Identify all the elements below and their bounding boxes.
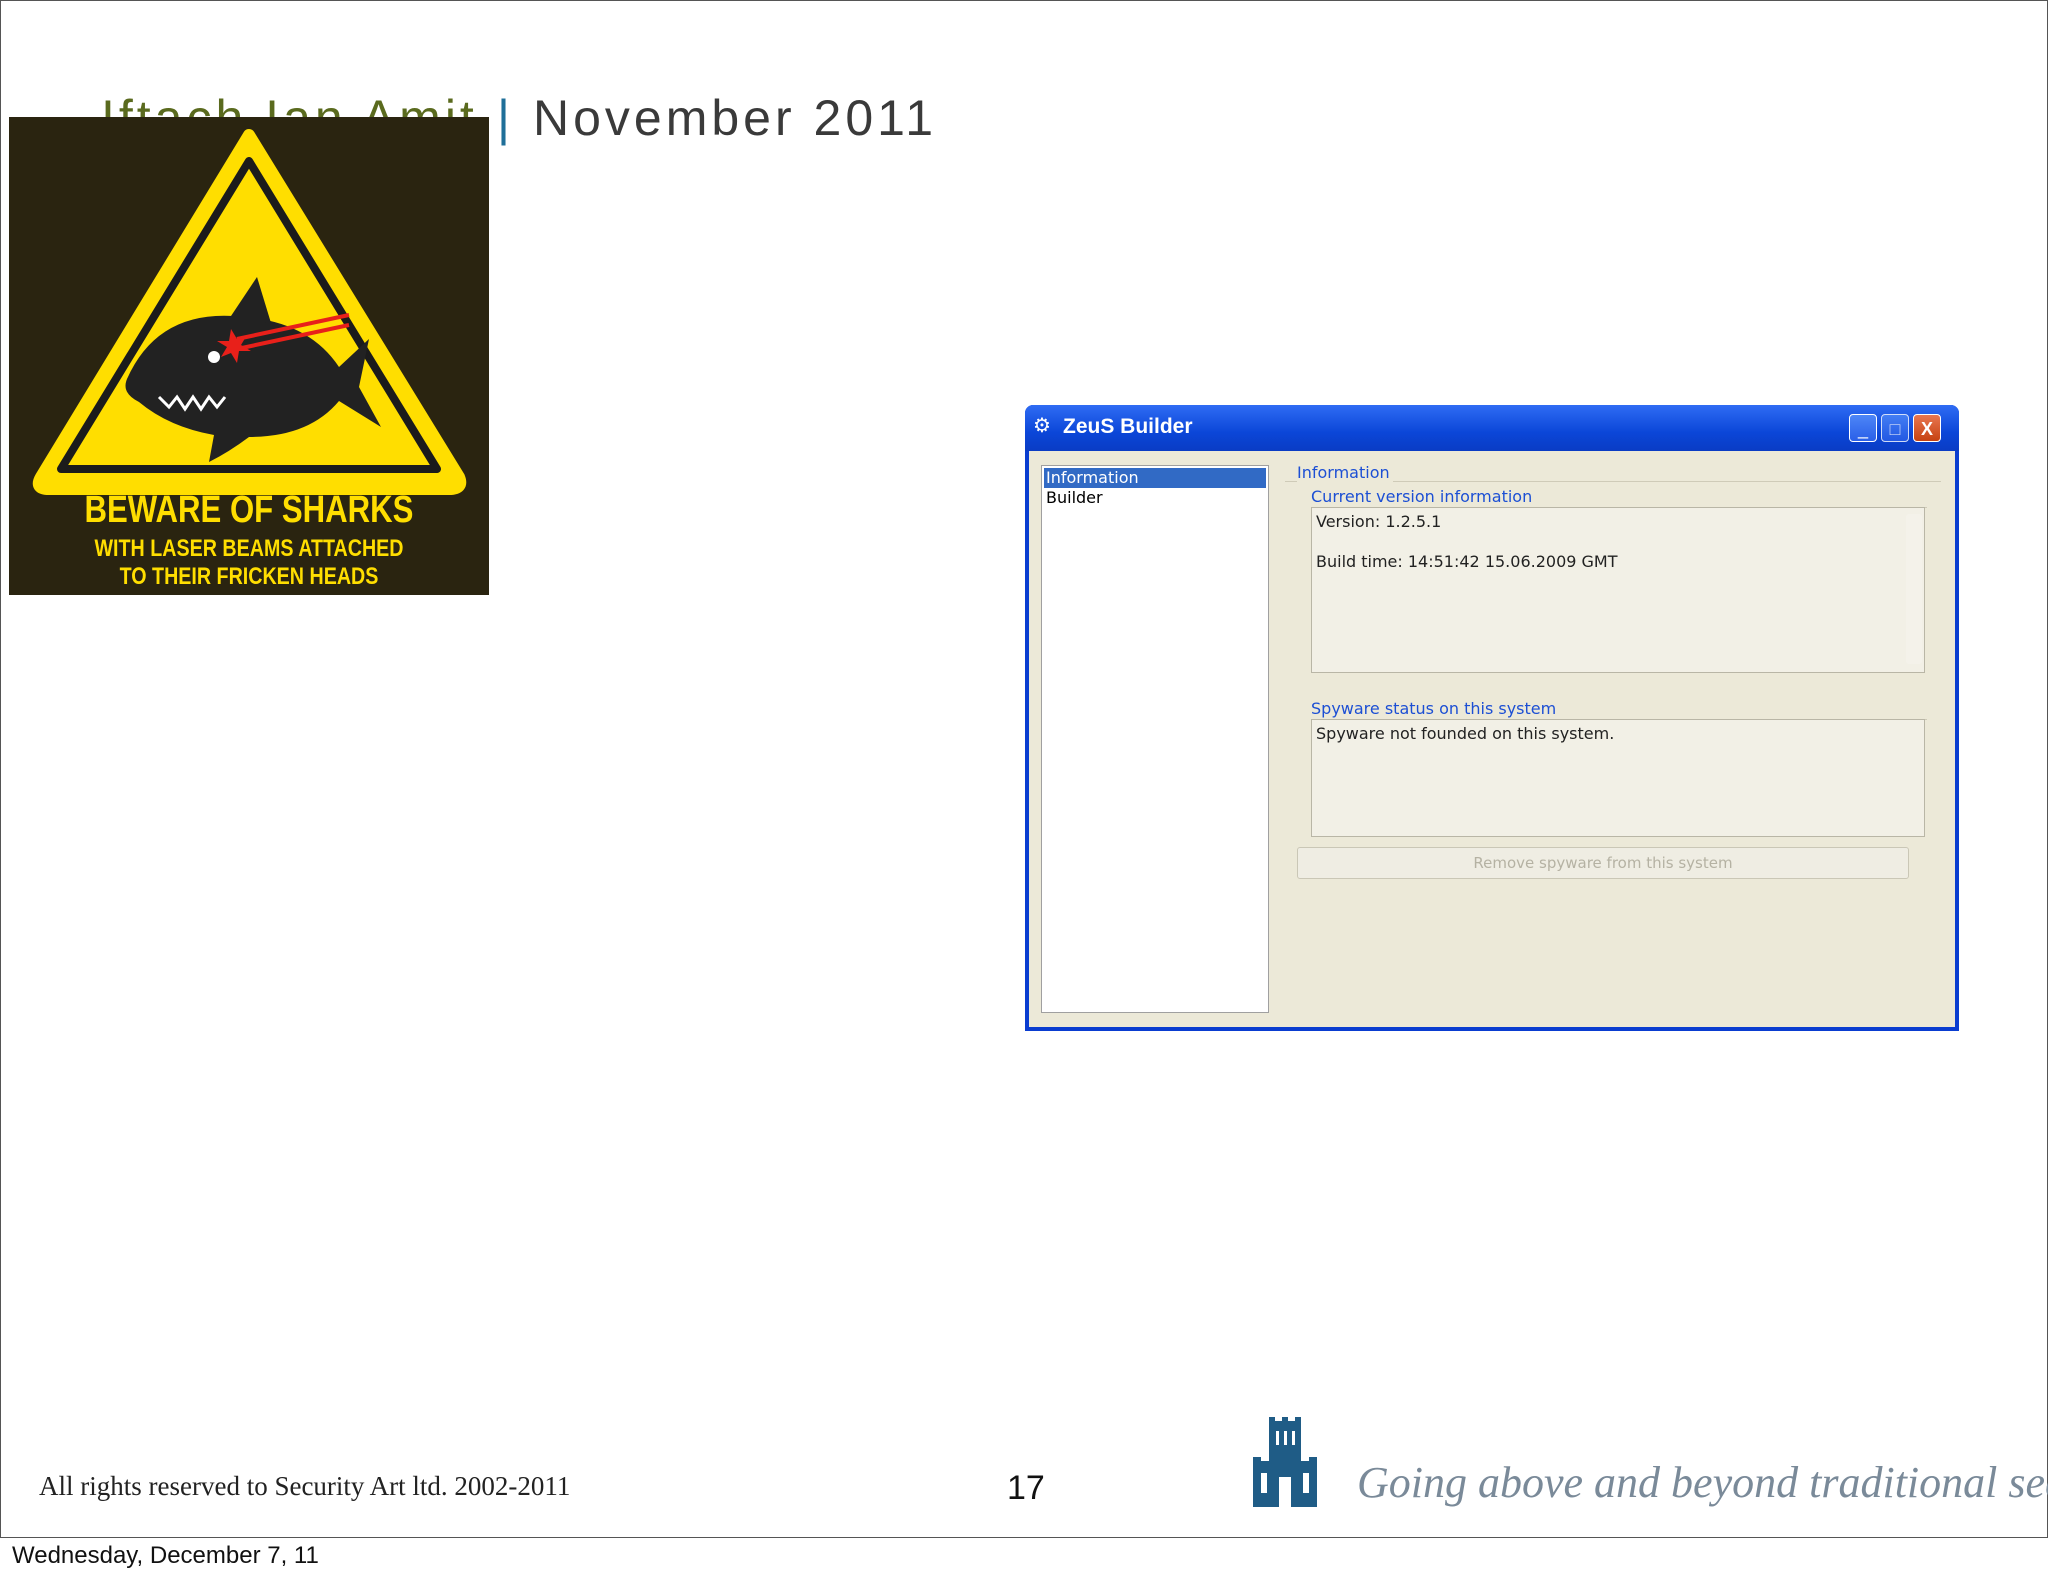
tagline: Going above and beyond traditional secur…: [1357, 1458, 2048, 1507]
nav-item-information[interactable]: Information: [1044, 468, 1266, 488]
slide: Iftach Ian Amit BEWARE OF SHARKS WITH LA…: [0, 0, 2048, 1538]
castle-logo-icon: [1253, 1417, 1317, 1507]
version-text: Version: 1.2.5.1: [1316, 512, 1442, 531]
sign-line1: BEWARE OF SHARKS: [84, 489, 414, 531]
spyware-group-label: Spyware status on this system: [1311, 699, 1560, 718]
copyright-text: All rights reserved to Security Art ltd.…: [39, 1471, 571, 1501]
nav-item-builder[interactable]: Builder: [1044, 488, 1266, 508]
sign-line3: TO THEIR FRICKEN HEADS: [119, 563, 379, 590]
remove-spyware-button[interactable]: Remove spyware from this system: [1297, 847, 1909, 879]
app-icon: ⚙: [1033, 415, 1051, 437]
header-date: November 2011: [533, 90, 938, 146]
sign-line2: WITH LASER BEAMS ATTACHED: [94, 535, 404, 562]
page-number: 17: [1007, 1469, 1045, 1507]
version-info-textbox[interactable]: Version: 1.2.5.1 Build time: 14:51:42 15…: [1311, 507, 1925, 673]
slide-date: Wednesday, December 7, 11: [12, 1542, 319, 1569]
section-title: Information: [1297, 463, 1393, 482]
window-titlebar[interactable]: ⚙ ZeuS Builder _ □ X: [1025, 405, 1959, 451]
version-scrollbar[interactable]: [1906, 514, 1922, 664]
spyware-status-text: Spyware not founded on this system.: [1316, 724, 1615, 743]
minimize-button[interactable]: _: [1849, 414, 1877, 442]
header-separator: |: [497, 90, 510, 146]
window-title: ZeuS Builder: [1063, 415, 1193, 438]
build-time-text: Build time: 14:51:42 15.06.2009 GMT: [1316, 552, 1618, 571]
nav-list[interactable]: Information Builder: [1041, 465, 1269, 1013]
shark-warning-sign-image: BEWARE OF SHARKS WITH LASER BEAMS ATTACH…: [9, 117, 489, 595]
spyware-status-textbox[interactable]: Spyware not founded on this system.: [1311, 719, 1925, 837]
window-client-area: Information Builder Information Current …: [1029, 451, 1955, 1027]
maximize-button[interactable]: □: [1881, 414, 1909, 442]
close-button[interactable]: X: [1913, 414, 1941, 442]
version-group-label: Current version information: [1311, 487, 1536, 506]
zeus-builder-window: ⚙ ZeuS Builder _ □ X Information Builder…: [1025, 405, 1959, 1031]
